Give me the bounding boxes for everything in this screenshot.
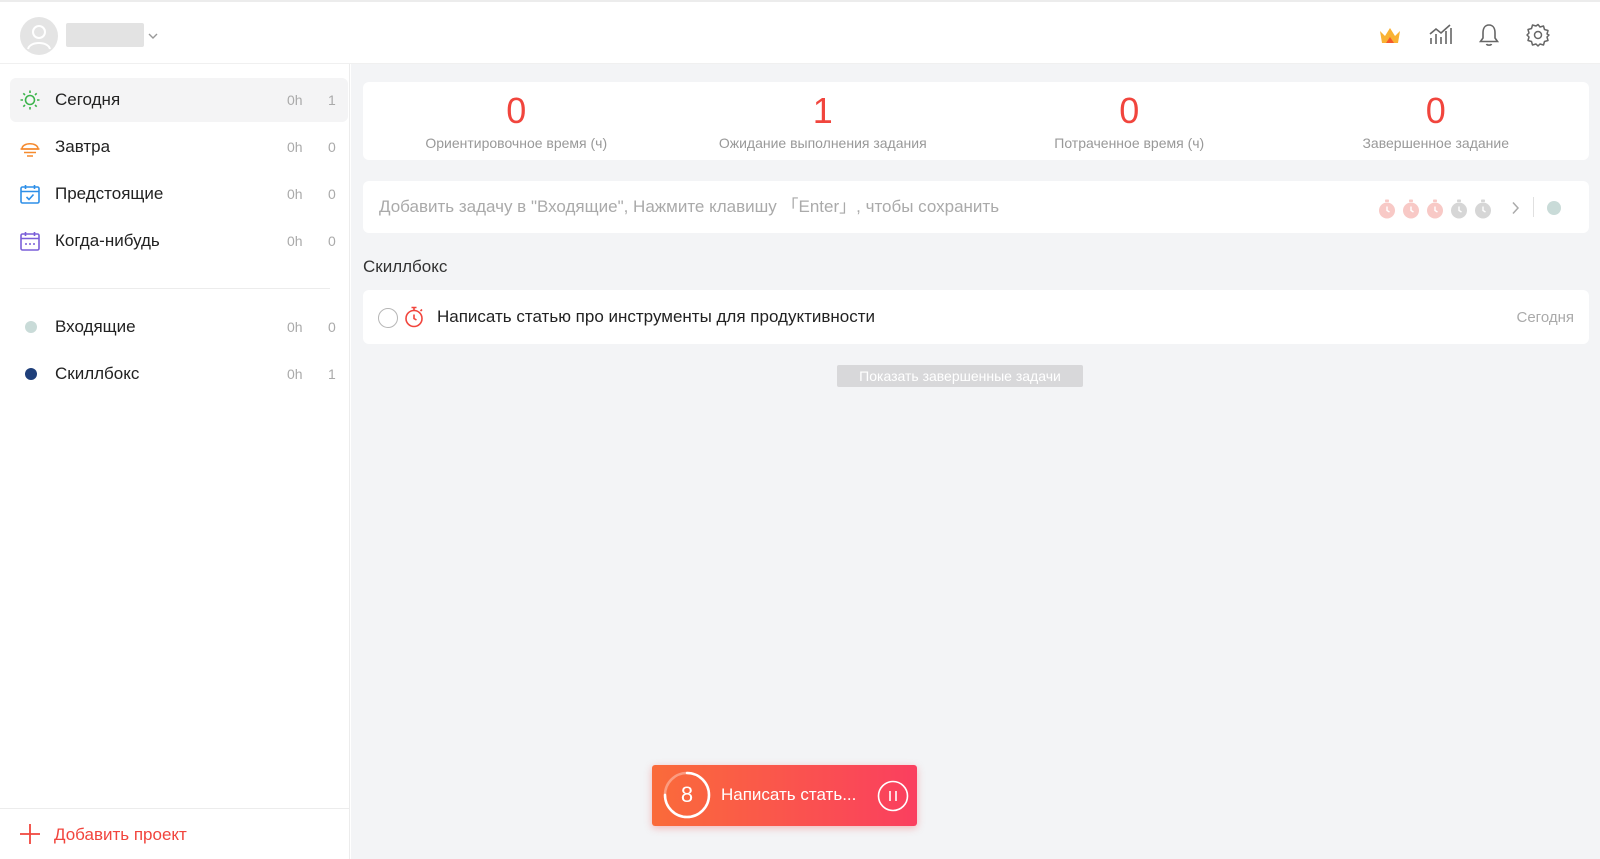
sidebar-item-count: 0	[328, 319, 336, 335]
sidebar-item-inbox[interactable]: Входящие 0h 0	[10, 305, 348, 349]
start-timer-icon[interactable]	[403, 306, 425, 328]
project-color-dot	[25, 321, 37, 333]
add-task-bar	[363, 181, 1589, 233]
floating-timer[interactable]: 8 Написать стать...	[652, 765, 917, 826]
project-color-dot	[25, 368, 37, 380]
sidebar-item-label: Когда-нибудь	[55, 231, 160, 250]
stat-value: 0	[1425, 90, 1446, 131]
sidebar-item-skillbox[interactable]: Скиллбокс 0h 1	[10, 352, 348, 396]
timer-minutes: 8	[680, 782, 694, 807]
sidebar-item-tomorrow[interactable]: Завтра 0h 0	[10, 125, 348, 169]
bell-icon[interactable]	[1476, 22, 1502, 48]
user-name[interactable]	[66, 23, 144, 47]
sidebar-item-count: 0	[328, 233, 336, 249]
section-title: Скиллбокс	[363, 257, 448, 276]
sidebar-item-someday[interactable]: Когда-нибудь 0h 0	[10, 219, 348, 263]
sidebar-footer: Добавить проект	[0, 808, 350, 859]
sidebar-item-hours: 0h	[287, 186, 303, 202]
stat-value: 0	[1119, 90, 1140, 131]
stats-panel: 0 Ориентировочное время (ч) 1 Ожидание в…	[363, 82, 1589, 160]
sidebar-item-today[interactable]: Сегодня 0h 1	[10, 78, 348, 122]
pomodoro-estimate-icon-1[interactable]	[1378, 199, 1396, 219]
calendar-check-icon	[20, 185, 40, 204]
sidebar: Сегодня 0h 1 Завтра 0h 0 Предстоящие 0h …	[0, 64, 350, 859]
avatar[interactable]	[20, 17, 58, 55]
sidebar-item-hours: 0h	[287, 366, 303, 382]
sidebar-item-label: Входящие	[55, 317, 136, 336]
stat-estimated-time: 0 Ориентировочное время (ч)	[363, 82, 670, 160]
stat-spent-time: 0 Потраченное время (ч)	[976, 82, 1283, 160]
task-title: Написать статью про инструменты для прод…	[437, 307, 876, 326]
sidebar-item-hours: 0h	[287, 139, 303, 155]
task-complete-checkbox[interactable]	[378, 308, 398, 328]
stat-pending-tasks: 1 Ожидание выполнения задания	[670, 82, 977, 160]
task-due-date: Сегодня	[1516, 309, 1575, 326]
plus-icon	[20, 824, 40, 844]
crown-icon[interactable]	[1377, 22, 1403, 48]
sidebar-item-label: Предстоящие	[55, 184, 164, 203]
sidebar-item-label: Завтра	[55, 137, 111, 156]
sidebar-item-count: 1	[328, 366, 336, 382]
sidebar-item-count: 0	[328, 139, 336, 155]
project-selector-dot[interactable]	[1547, 201, 1561, 215]
statistics-icon[interactable]	[1427, 22, 1453, 48]
main-content: 0 Ориентировочное время (ч) 1 Ожидание в…	[351, 64, 1600, 859]
chevron-down-icon[interactable]	[147, 30, 159, 42]
calendar-dots-icon	[20, 232, 40, 251]
sidebar-item-label: Скиллбокс	[55, 364, 140, 383]
gear-icon[interactable]	[1525, 22, 1551, 48]
sidebar-item-count: 1	[328, 92, 336, 108]
top-bar	[0, 0, 1600, 64]
add-project-label: Добавить проект	[54, 825, 187, 844]
sidebar-item-hours: 0h	[287, 319, 303, 335]
add-task-input[interactable]	[379, 193, 1339, 221]
user-icon	[27, 25, 51, 50]
stat-value: 1	[812, 90, 833, 131]
stat-value: 0	[506, 90, 527, 131]
sidebar-item-count: 0	[328, 186, 336, 202]
stat-label: Ожидание выполнения задания	[718, 135, 927, 151]
stat-label: Завершенное задание	[1362, 135, 1510, 151]
sidebar-divider	[20, 288, 330, 289]
timer-task-title: Написать стать...	[721, 785, 857, 804]
sidebar-item-hours: 0h	[287, 233, 303, 249]
pomodoro-estimate-icon-3[interactable]	[1426, 199, 1444, 219]
sidebar-item-label: Сегодня	[55, 90, 121, 109]
pomodoro-estimate-icon-2[interactable]	[1402, 199, 1420, 219]
sidebar-item-upcoming[interactable]: Предстоящие 0h 0	[10, 172, 348, 216]
sun-icon	[20, 90, 40, 110]
pomodoro-estimate-icon-4[interactable]	[1450, 199, 1468, 219]
stat-completed-tasks: 0 Завершенное задание	[1283, 82, 1590, 160]
stat-label: Ориентировочное время (ч)	[425, 135, 608, 151]
sidebar-item-hours: 0h	[287, 92, 303, 108]
task-row[interactable]: Написать статью про инструменты для прод…	[363, 290, 1589, 344]
stat-label: Потраченное время (ч)	[1054, 135, 1205, 151]
chevron-right-icon[interactable]	[1509, 201, 1521, 215]
pomodoro-estimate-icon-5[interactable]	[1474, 199, 1492, 219]
divider	[1533, 197, 1534, 217]
pause-icon[interactable]	[877, 780, 909, 812]
show-completed-button[interactable]: Показать завершенные задачи	[837, 365, 1083, 387]
sunset-icon	[20, 142, 40, 157]
